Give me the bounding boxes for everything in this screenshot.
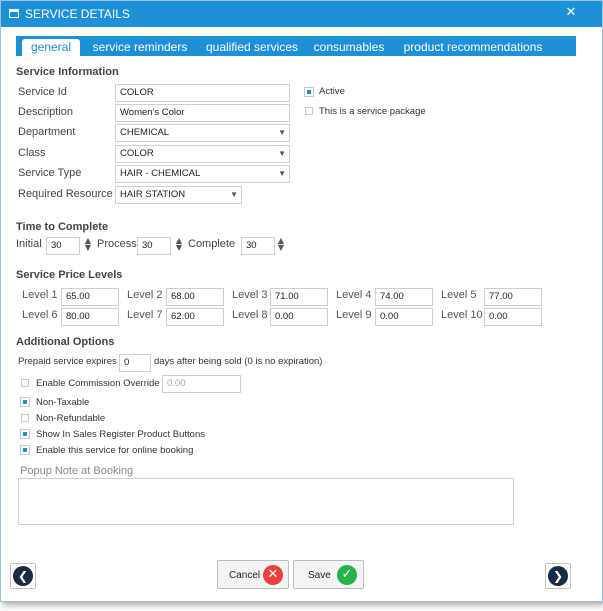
cancel-button[interactable]: Cancel ✕ — [217, 560, 289, 589]
popup-note-label: Popup Note at Booking — [20, 465, 134, 477]
level-5-label: Level 5 — [441, 289, 477, 301]
process-input[interactable]: 30 — [137, 237, 171, 255]
non-taxable-checkbox[interactable] — [20, 397, 30, 407]
prepaid-days-input[interactable]: 0 — [119, 354, 151, 372]
required-resource-value: HAIR STATION — [120, 189, 186, 200]
level-9-label: Level 9 — [336, 309, 372, 321]
level-7-input[interactable]: 62.00 — [166, 308, 224, 326]
initial-stepper[interactable]: ▲ ▼ — [84, 237, 92, 252]
level-4-label: Level 4 — [336, 289, 372, 301]
level-4-input[interactable]: 74.00 — [375, 288, 433, 306]
popup-note-area[interactable]: Popup Note at Booking — [18, 463, 514, 525]
level-10-input[interactable]: 0.00 — [484, 308, 542, 326]
initial-label: Initial — [16, 238, 42, 250]
online-booking-checkbox[interactable] — [20, 445, 30, 455]
level-10-label: Level 10 — [441, 309, 483, 321]
service-id-label: Service Id — [18, 86, 67, 98]
description-label: Description — [18, 106, 74, 118]
level-7-label: Level 7 — [127, 309, 163, 321]
commission-override-checkbox[interactable] — [21, 379, 29, 387]
level-8-input[interactable]: 0.00 — [270, 308, 328, 326]
close-icon[interactable]: ✕ — [563, 5, 579, 21]
service-package-label: This is a service package — [319, 106, 426, 117]
prepaid-suffix-label: days after being sold (0 is no expiratio… — [154, 356, 323, 367]
description-input[interactable]: Women's Color — [115, 104, 290, 122]
commission-override-label: Enable Commission Override — [36, 378, 160, 389]
chevron-down-icon: ▼ — [278, 169, 286, 178]
chevron-left-icon: ❮ — [13, 566, 33, 586]
service-type-label: Service Type — [18, 167, 82, 179]
service-price-levels-heading: Service Price Levels — [16, 269, 123, 281]
chevron-down-icon: ▼ — [278, 149, 286, 158]
department-select[interactable]: CHEMICAL ▼ — [115, 124, 290, 142]
service-information-heading: Service Information — [16, 66, 119, 78]
window-title: SERVICE DETAILS — [25, 7, 130, 21]
chevron-down-icon: ▼ — [230, 190, 238, 199]
online-booking-label: Enable this service for online booking — [36, 445, 194, 456]
chevron-down-icon: ▼ — [278, 128, 286, 137]
level-2-label: Level 2 — [127, 289, 163, 301]
service-details-window: SERVICE DETAILS ✕ general service remind… — [0, 0, 603, 602]
sales-register-label: Show In Sales Register Product Buttons — [36, 429, 205, 440]
service-id-input[interactable]: COLOR — [115, 84, 290, 102]
department-label: Department — [18, 126, 76, 138]
required-resource-select[interactable]: HAIR STATION ▼ — [115, 186, 242, 204]
non-refundable-label: Non-Refundable — [36, 413, 106, 424]
department-value: CHEMICAL — [120, 127, 170, 138]
x-circle-icon: ✕ — [263, 565, 283, 585]
active-label: Active — [319, 86, 345, 97]
check-circle-icon: ✓ — [337, 565, 357, 585]
time-to-complete-heading: Time to Complete — [16, 221, 109, 233]
window-icon — [9, 9, 19, 18]
initial-input[interactable]: 30 — [46, 237, 80, 255]
sales-register-checkbox[interactable] — [20, 429, 30, 439]
level-2-input[interactable]: 68.00 — [166, 288, 224, 306]
tab-qualified-services[interactable]: qualified services — [202, 39, 302, 56]
tab-general[interactable]: general — [22, 39, 80, 56]
chevron-right-icon: ❯ — [548, 566, 568, 586]
level-3-input[interactable]: 71.00 — [270, 288, 328, 306]
service-package-checkbox[interactable] — [305, 107, 313, 115]
complete-input[interactable]: 30 — [241, 237, 275, 255]
class-label: Class — [18, 147, 46, 159]
popup-note-textarea[interactable] — [18, 478, 514, 525]
forward-button[interactable]: ❯ — [545, 563, 571, 589]
tab-service-reminders[interactable]: service reminders — [88, 39, 192, 56]
required-resource-label: Required Resource — [18, 188, 113, 200]
non-taxable-label: Non-Taxable — [36, 397, 90, 408]
class-value: COLOR — [120, 148, 154, 159]
save-button[interactable]: Save ✓ — [293, 560, 364, 589]
complete-label: Complete — [188, 238, 236, 250]
process-stepper[interactable]: ▲ ▼ — [175, 237, 183, 252]
level-3-label: Level 3 — [232, 289, 268, 301]
tab-consumables[interactable]: consumables — [312, 39, 386, 56]
non-refundable-checkbox[interactable] — [21, 414, 29, 422]
level-6-label: Level 6 — [22, 309, 58, 321]
process-label: Process — [97, 238, 137, 250]
level-1-input[interactable]: 65.00 — [61, 288, 119, 306]
tab-bar: general service reminders qualified serv… — [16, 36, 576, 56]
save-button-label: Save — [308, 570, 331, 581]
title-bar: SERVICE DETAILS ✕ — [1, 1, 602, 27]
cancel-button-label: Cancel — [229, 570, 261, 581]
level-1-label: Level 1 — [22, 289, 58, 301]
level-5-input[interactable]: 77.00 — [484, 288, 542, 306]
prepaid-prefix-label: Prepaid service expires — [18, 356, 117, 367]
class-select[interactable]: COLOR ▼ — [115, 145, 290, 163]
additional-options-heading: Additional Options — [16, 336, 115, 348]
complete-stepper[interactable]: ▲ ▼ — [277, 237, 285, 252]
level-8-label: Level 8 — [232, 309, 268, 321]
commission-override-input[interactable]: 0.00 — [162, 375, 241, 393]
back-button[interactable]: ❮ — [10, 563, 36, 589]
active-checkbox[interactable] — [304, 87, 314, 97]
level-9-input[interactable]: 0.00 — [375, 308, 433, 326]
tab-product-recommendations[interactable]: product recommendations — [398, 39, 548, 56]
level-6-input[interactable]: 80.00 — [61, 308, 119, 326]
service-type-select[interactable]: HAIR - CHEMICAL ▼ — [115, 165, 290, 183]
service-type-value: HAIR - CHEMICAL — [120, 168, 201, 179]
